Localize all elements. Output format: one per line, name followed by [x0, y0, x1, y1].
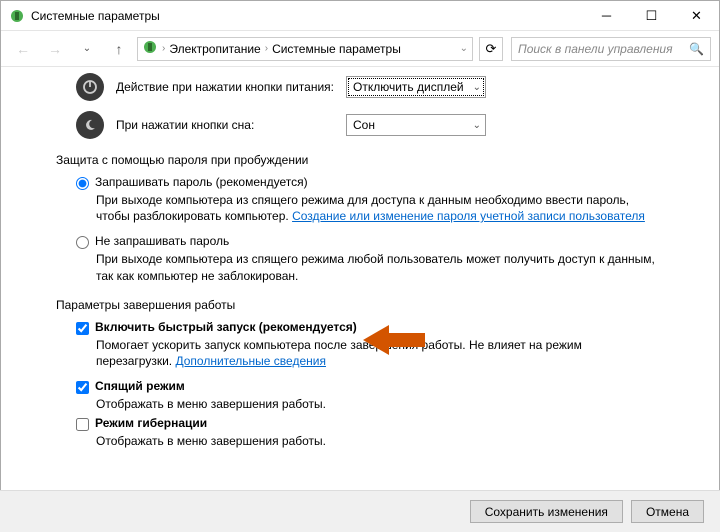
recent-locations-dropdown[interactable]: ⌄ [73, 35, 101, 63]
create-password-link[interactable]: Создание или изменение пароля учетной за… [292, 209, 645, 223]
nav-bar: ← → ⌄ ↑ › Электропитание › Системные пар… [1, 31, 719, 67]
up-button[interactable]: ↑ [105, 35, 133, 63]
sleep-mode-label: Спящий режим [95, 379, 185, 393]
breadcrumb-item[interactable]: Электропитание [169, 42, 260, 56]
power-button-action-row: Действие при нажатии кнопки питания: Отк… [76, 73, 699, 101]
sleep-button-label: При нажатии кнопки сна: [116, 118, 346, 132]
close-button[interactable]: ✕ [674, 1, 719, 31]
callout-arrow-icon [363, 322, 425, 361]
breadcrumb-bar[interactable]: › Электропитание › Системные параметры ⌄ [137, 37, 473, 61]
save-button[interactable]: Сохранить изменения [470, 500, 623, 523]
search-icon: 🔍 [689, 42, 704, 56]
hibernation-desc: Отображать в меню завершения работы. [96, 433, 656, 449]
shutdown-params-heading: Параметры завершения работы [56, 298, 699, 312]
breadcrumb-item[interactable]: Системные параметры [272, 42, 401, 56]
sleep-mode-checkbox[interactable]: Спящий режим [76, 379, 699, 394]
forward-button[interactable]: → [41, 35, 69, 63]
control-panel-icon [142, 39, 158, 58]
more-info-link[interactable]: Дополнительные сведения [175, 354, 325, 368]
search-placeholder: Поиск в панели управления [518, 42, 673, 56]
no-password-input[interactable] [76, 236, 89, 249]
chevron-right-icon: › [263, 43, 270, 54]
breadcrumb-dropdown[interactable]: ⌄ [460, 43, 468, 54]
sleep-icon [76, 111, 104, 139]
chevron-right-icon: › [160, 43, 167, 54]
cancel-button[interactable]: Отмена [631, 500, 704, 523]
maximize-button[interactable]: ☐ [629, 1, 674, 31]
chevron-down-icon: ⌄ [473, 120, 481, 131]
window-title: Системные параметры [31, 9, 584, 23]
no-password-desc: При выходе компьютера из спящего режима … [96, 251, 656, 283]
power-button-action-select[interactable]: Отключить дисплей ⌄ [346, 76, 486, 98]
footer: Сохранить изменения Отмена [0, 490, 720, 532]
back-button[interactable]: ← [9, 35, 37, 63]
hibernation-label: Режим гибернации [95, 416, 207, 430]
hibernation-input[interactable] [76, 418, 89, 431]
content-area: Действие при нажатии кнопки питания: Отк… [1, 67, 719, 487]
require-password-radio[interactable]: Запрашивать пароль (рекомендуется) [76, 175, 699, 190]
control-panel-icon [9, 8, 25, 24]
require-password-desc: При выходе компьютера из спящего режима … [96, 192, 656, 224]
no-password-label: Не запрашивать пароль [95, 234, 229, 248]
sleep-button-action-select[interactable]: Сон ⌄ [346, 114, 486, 136]
power-icon [76, 73, 104, 101]
sleep-mode-input[interactable] [76, 381, 89, 394]
wake-protection-heading: Защита с помощью пароля при пробуждении [56, 153, 699, 167]
minimize-button[interactable]: ─ [584, 1, 629, 31]
no-password-radio[interactable]: Не запрашивать пароль [76, 234, 699, 249]
refresh-button[interactable]: ⟳ [479, 37, 503, 61]
hibernation-checkbox[interactable]: Режим гибернации [76, 416, 699, 431]
chevron-down-icon: ⌄ [473, 82, 481, 93]
fast-startup-label: Включить быстрый запуск (рекомендуется) [95, 320, 357, 334]
require-password-input[interactable] [76, 177, 89, 190]
search-input[interactable]: Поиск в панели управления 🔍 [511, 37, 711, 61]
sleep-mode-desc: Отображать в меню завершения работы. [96, 396, 656, 412]
power-button-label: Действие при нажатии кнопки питания: [116, 80, 346, 94]
require-password-label: Запрашивать пароль (рекомендуется) [95, 175, 308, 189]
titlebar: Системные параметры ─ ☐ ✕ [1, 1, 719, 31]
fast-startup-input[interactable] [76, 322, 89, 335]
sleep-button-action-row: При нажатии кнопки сна: Сон ⌄ [76, 111, 699, 139]
